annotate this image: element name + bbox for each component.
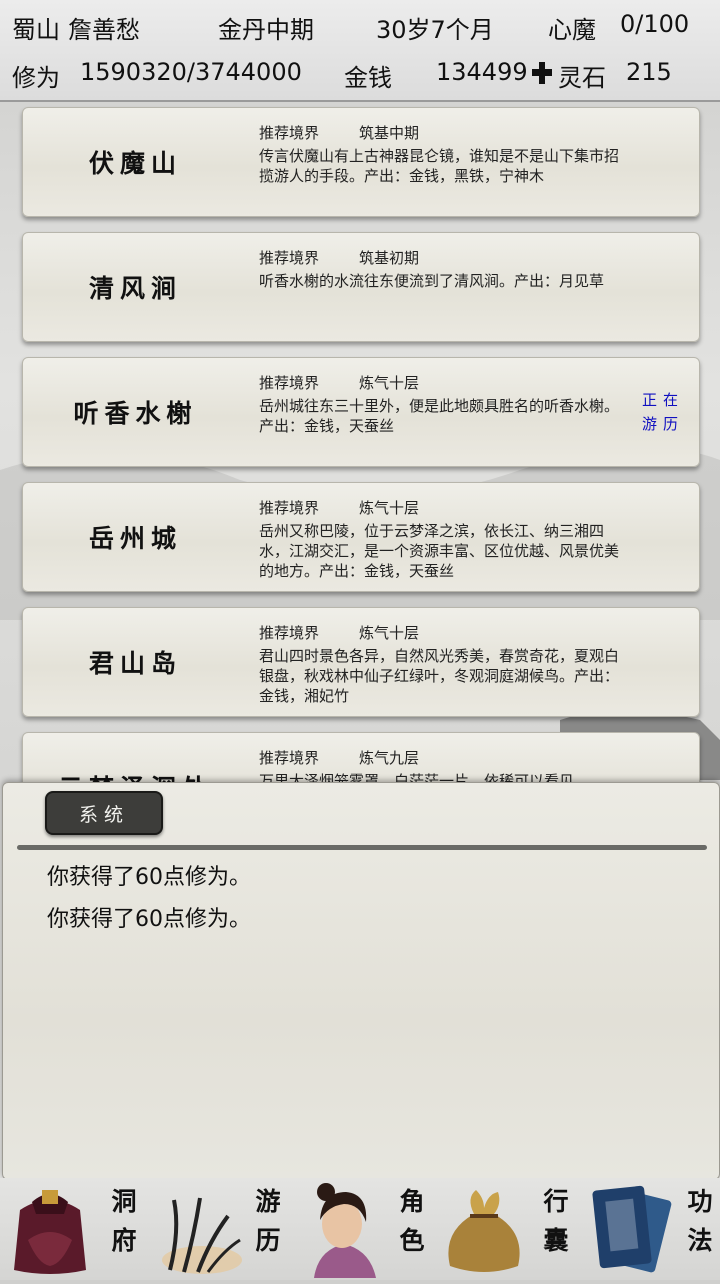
location-description: 万里大泽烟笼雾罩，白茫茫一片，依稀可以看见 bbox=[259, 772, 575, 782]
plus-icon[interactable] bbox=[530, 60, 554, 92]
money-label: 金钱 bbox=[344, 64, 392, 92]
player-name: 詹善愁 bbox=[68, 16, 140, 44]
bag-icon bbox=[448, 1190, 520, 1272]
cave-treasure-icon bbox=[14, 1190, 86, 1274]
currently-traveling-badge: 正在游历 bbox=[641, 391, 684, 433]
money-value: 134499 bbox=[436, 58, 528, 86]
location-description: 传言伏魔山有上古神器昆仑镜，谁知是不是山下集市招揽游人的手段。产出：金钱，黑铁，… bbox=[259, 147, 620, 185]
cultivation-value: 1590320/3744000 bbox=[80, 58, 302, 86]
recommended-realm-label: 推荐境界 bbox=[259, 249, 320, 267]
player-sect: 蜀山 bbox=[12, 16, 60, 44]
cultivation-label: 修为 bbox=[12, 64, 60, 92]
player-age: 30岁7个月 bbox=[376, 16, 494, 44]
location-name: 听香水榭 bbox=[73, 399, 198, 428]
panel-divider bbox=[17, 845, 707, 850]
location-description: 岳州又称巴陵，位于云梦泽之滨，依长江、纳三湘四水，江湖交汇，是一个资源丰富、区位… bbox=[259, 522, 620, 580]
location-card-active[interactable]: 听香水榭 推荐境界 炼气十层 岳州城往东三十里外，便是此地颇具胜名的听香水榭。产… bbox=[22, 357, 700, 467]
location-name: 君山岛 bbox=[88, 649, 182, 678]
location-card[interactable]: 伏魔山 推荐境界 筑基中期 传言伏魔山有上古神器昆仑镜，谁知是不是山下集市招揽游… bbox=[22, 107, 700, 217]
location-description: 君山四时景色各异，自然风光秀美，春赏奇花，夏观白银盘，秋戏林中仙子红绿叶，冬观洞… bbox=[259, 647, 620, 705]
recommended-realm-label: 推荐境界 bbox=[259, 374, 320, 392]
heart-demon-label: 心魔 bbox=[548, 16, 596, 44]
nav-label-travel: 游历 bbox=[252, 1188, 281, 1266]
recommended-realm-value: 炼气十层 bbox=[359, 499, 420, 517]
location-name: 云梦泽深处 bbox=[23, 733, 248, 782]
location-card[interactable]: 清风涧 推荐境界 筑基初期 听香水榭的水流往东便流到了清风涧。产出：月见草 bbox=[22, 232, 700, 342]
recommended-realm-value: 炼气十层 bbox=[359, 624, 420, 642]
location-name: 清风涧 bbox=[88, 274, 182, 303]
message-line: 你获得了60点修为。 bbox=[47, 907, 251, 932]
recommended-realm-value: 筑基初期 bbox=[359, 249, 420, 267]
message-panel: 系统 你获得了60点修为。 你获得了60点修为。 bbox=[2, 782, 720, 1180]
scroll-books-icon bbox=[592, 1185, 672, 1273]
spirit-stone-value: 215 bbox=[626, 58, 672, 86]
spirit-stone-label: 灵石 bbox=[558, 64, 606, 92]
location-name: 岳州城 bbox=[88, 524, 182, 553]
recommended-realm-label: 推荐境界 bbox=[259, 499, 320, 517]
nav-label-bag: 行囊 bbox=[540, 1188, 569, 1266]
character-portrait-icon bbox=[314, 1183, 376, 1278]
nav-label-character: 角色 bbox=[396, 1188, 425, 1266]
status-bar: 蜀山 詹善愁 金丹中期 30岁7个月 心魔 0/100 修为 1590320/3… bbox=[0, 0, 720, 102]
tab-system[interactable]: 系统 bbox=[45, 791, 163, 835]
heart-demon-value: 0/100 bbox=[620, 10, 690, 38]
bottom-nav: 洞府 游历 角色 行囊 功法 bbox=[0, 1178, 720, 1280]
location-name: 伏魔山 bbox=[88, 149, 182, 178]
location-list[interactable]: 伏魔山 推荐境界 筑基中期 传言伏魔山有上古神器昆仑镜，谁知是不是山下集市招揽游… bbox=[0, 102, 720, 782]
recommended-realm-value: 筑基中期 bbox=[359, 124, 420, 142]
recommended-realm-label: 推荐境界 bbox=[259, 624, 320, 642]
location-description: 岳州城往东三十里外，便是此地颇具胜名的听香水榭。产出：金钱，天蚕丝 bbox=[259, 397, 620, 435]
nav-label-cave: 洞府 bbox=[108, 1188, 137, 1266]
nav-label-techniques: 功法 bbox=[684, 1188, 713, 1266]
recommended-realm-label: 推荐境界 bbox=[259, 749, 320, 767]
location-description: 听香水榭的水流往东便流到了清风涧。产出：月见草 bbox=[259, 272, 605, 290]
location-card[interactable]: 云梦泽深处 推荐境界 炼气九层 万里大泽烟笼雾罩，白茫茫一片，依稀可以看见 bbox=[22, 732, 700, 782]
message-line: 你获得了60点修为。 bbox=[47, 865, 251, 890]
player-realm: 金丹中期 bbox=[218, 16, 314, 44]
recommended-realm-value: 炼气十层 bbox=[359, 374, 420, 392]
recommended-realm-value: 炼气九层 bbox=[359, 749, 420, 767]
grass-travel-icon bbox=[162, 1197, 242, 1274]
recommended-realm-label: 推荐境界 bbox=[259, 124, 320, 142]
location-card[interactable]: 君山岛 推荐境界 炼气十层 君山四时景色各异，自然风光秀美，春赏奇花，夏观白银盘… bbox=[22, 607, 700, 717]
location-card[interactable]: 岳州城 推荐境界 炼气十层 岳州又称巴陵，位于云梦泽之滨，依长江、纳三湘四水，江… bbox=[22, 482, 700, 592]
